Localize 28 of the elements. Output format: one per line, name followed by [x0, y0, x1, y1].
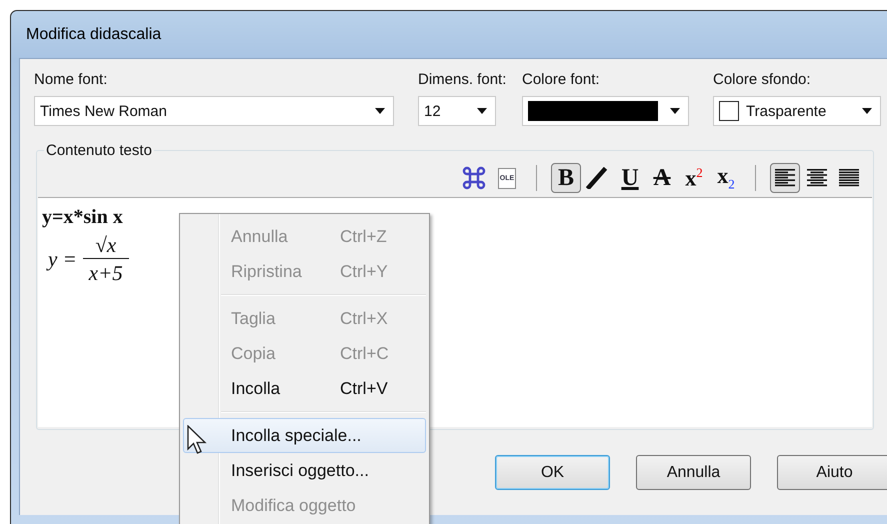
field-label: Nome font: [34, 71, 108, 90]
dialog-button[interactable]: Annulla [636, 455, 751, 490]
align-left-button[interactable] [770, 163, 800, 193]
underline-button[interactable]: U [615, 163, 645, 193]
bold-button[interactable]: B [551, 163, 581, 193]
window-title: Modifica didascalia [26, 26, 162, 44]
field-label: Dimens. font: [418, 71, 508, 90]
field-label: Colore font: [522, 71, 601, 90]
menu-item[interactable]: Incolla Ctrl+V [183, 371, 426, 406]
editor-text: y=x*sin x [42, 206, 123, 229]
dialog-button[interactable]: Aiuto [777, 455, 887, 490]
dropdown-field[interactable]: Times New Roman [34, 96, 394, 126]
color-dropdown[interactable] [522, 96, 689, 126]
superscript-button[interactable]: x$^{2}$ [679, 163, 709, 193]
caret-icon [670, 108, 680, 114]
menu-item[interactable]: Inserisci oggetto... [183, 453, 426, 488]
caret-icon [477, 108, 487, 114]
mouse-pointer-icon [187, 425, 207, 455]
menu-item[interactable]: Incolla speciale... [183, 418, 426, 453]
color-dropdown[interactable]: Trasparente [713, 96, 881, 126]
subscript-button[interactable]: x$_{2}$ [711, 163, 741, 193]
group-title: Contenuto testo [45, 142, 153, 159]
dropdown-field[interactable]: 12 [418, 96, 496, 126]
dialog-button[interactable]: OK [495, 455, 610, 490]
field-label: Colore sfondo: [713, 71, 812, 90]
caret-icon [375, 108, 385, 114]
strike-button[interactable]: A [647, 163, 677, 193]
caret-icon [862, 108, 872, 114]
